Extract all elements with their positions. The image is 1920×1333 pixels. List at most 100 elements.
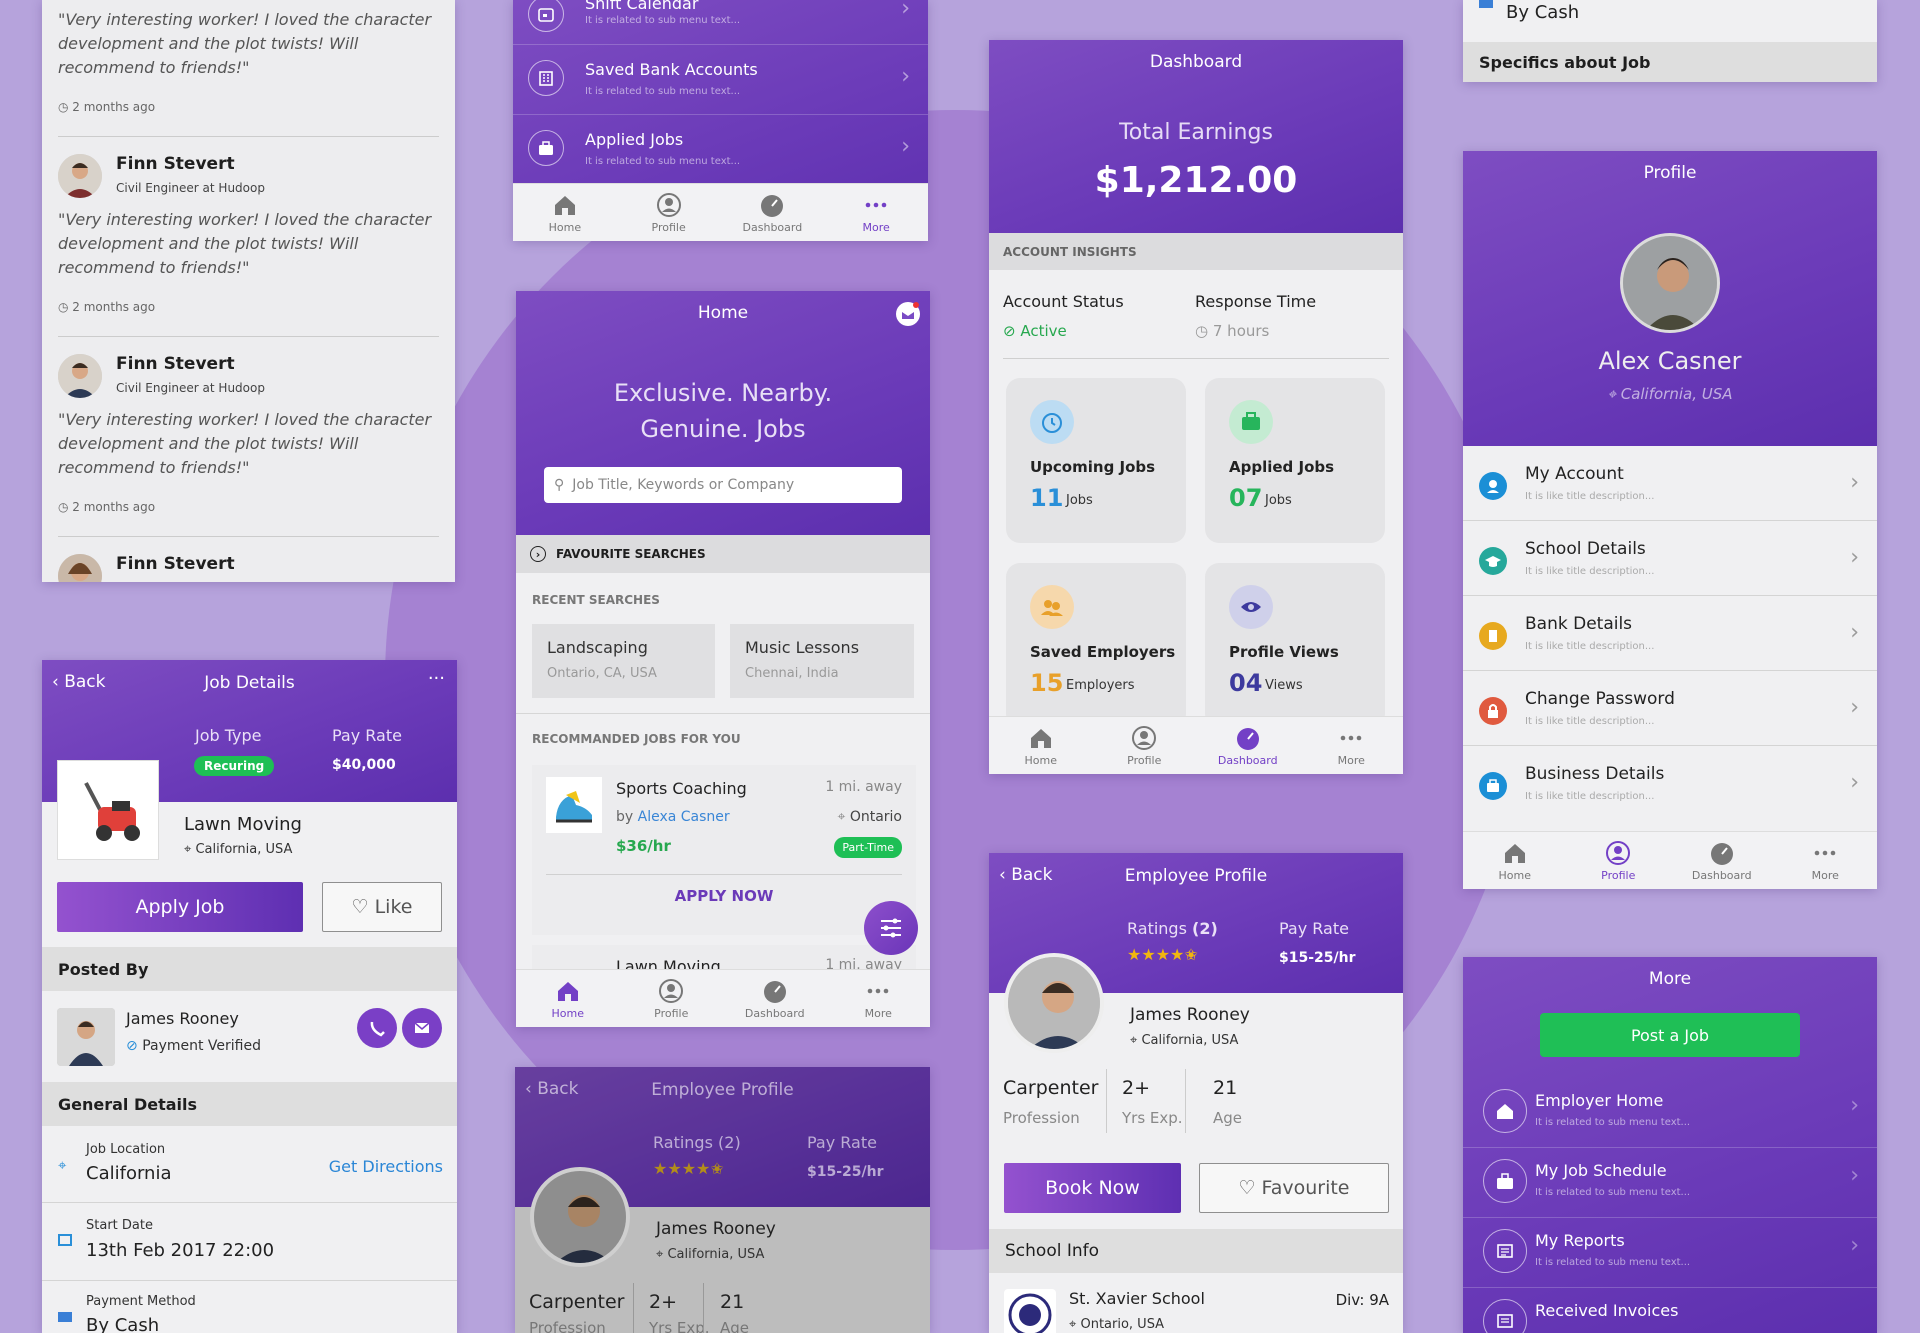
menu-item-label[interactable]: Saved Bank Accounts <box>585 60 758 79</box>
review-time: ◷ 2 months ago <box>58 500 156 514</box>
sliders-icon <box>881 918 901 938</box>
email-button[interactable] <box>402 1008 442 1048</box>
review-time: ◷ 2 months ago <box>58 300 156 314</box>
mail-icon <box>414 1022 430 1033</box>
reviewer-role: Civil Engineer at Hudoop <box>116 181 265 195</box>
recent-search-chip[interactable]: Landscaping Ontario, CA, USA <box>532 624 715 698</box>
avatar <box>58 554 102 582</box>
menu-item-label[interactable]: Employer Home <box>1535 1091 1663 1110</box>
gauge-icon <box>761 194 784 217</box>
search-input[interactable]: ⚲ Job Title, Keywords or Company <box>544 467 902 503</box>
home-tagline: Exclusive. Nearby. Genuine. Jobs <box>613 379 833 443</box>
profile-name: Alex Casner <box>1598 347 1742 375</box>
profile-menu-item[interactable]: My Account It is like title description.… <box>1463 446 1877 521</box>
pay-rate-label: Pay Rate <box>332 726 402 745</box>
reviewer-name: Finn Stevert <box>116 554 235 574</box>
job-distance: 1 mi. away <box>825 779 902 795</box>
profile-icon <box>659 978 684 1003</box>
menu-item-label[interactable]: Shift Calendar <box>585 0 698 13</box>
job-title: Sports Coaching <box>616 779 747 798</box>
home-screen: Home Exclusive. Nearby. Genuine. Jobs ⚲ J… <box>516 291 930 1027</box>
filter-button[interactable] <box>864 901 918 955</box>
heart-icon: ♡ <box>351 896 369 918</box>
tab-dashboard[interactable]: Dashboard <box>1670 832 1774 889</box>
tab-more[interactable]: More <box>1774 832 1878 889</box>
more-dots-icon <box>1814 850 1836 855</box>
like-button[interactable]: ♡ Like <box>322 882 442 932</box>
tab-profile[interactable]: Profile <box>1567 832 1671 889</box>
age-label: Age <box>720 1319 750 1333</box>
screen-title: Profile <box>1643 163 1697 183</box>
user-icon <box>1479 472 1507 500</box>
inbox-icon[interactable] <box>896 302 920 326</box>
tab-home[interactable]: Home <box>513 184 617 241</box>
favourite-searches-header[interactable]: › FAVOURITE SEARCHES <box>516 535 930 573</box>
tab-dashboard[interactable]: Dashboard <box>1196 717 1300 774</box>
tab-home[interactable]: Home <box>989 717 1093 774</box>
age-label: Age <box>1213 1109 1243 1127</box>
tab-more[interactable]: More <box>1300 717 1404 774</box>
phone-icon <box>370 1021 385 1037</box>
shoe-icon <box>546 777 602 833</box>
tab-home[interactable]: Home <box>1463 832 1567 889</box>
profile-menu-item[interactable]: School Details It is like title descript… <box>1463 521 1877 596</box>
status-value: ⊘ Active <box>1003 322 1067 340</box>
menu-item-label[interactable]: Applied Jobs <box>585 130 683 149</box>
graduation-cap-icon <box>1479 547 1507 575</box>
profile-menu-item[interactable]: Bank Details It is like title descriptio… <box>1463 596 1877 671</box>
menu-item-label[interactable]: Received Invoices <box>1535 1301 1678 1320</box>
tab-profile[interactable]: Profile <box>1093 717 1197 774</box>
menu-item-label[interactable]: My Reports <box>1535 1231 1625 1250</box>
reviewer-role: Civil Engineer at Hudoop <box>116 381 265 395</box>
apply-job-button[interactable]: Apply Job <box>57 882 303 932</box>
pay-rate-label: Pay Rate <box>807 1133 877 1152</box>
tab-more[interactable]: More <box>824 184 928 241</box>
response-label: Response Time <box>1195 292 1317 311</box>
profile-icon <box>1132 725 1157 750</box>
review-text: "Very interesting worker! I loved the ch… <box>58 10 432 77</box>
job-type-badge: Recuring <box>194 756 275 776</box>
profile-icon <box>1606 840 1631 865</box>
get-directions-link[interactable]: Get Directions <box>329 1157 443 1176</box>
more-dots-icon <box>865 202 887 207</box>
school-division: Div: 9A <box>1335 1291 1389 1309</box>
avatar <box>58 354 102 398</box>
stat-card[interactable]: Upcoming Jobs 11 Jobs <box>1006 378 1186 543</box>
job-name: Lawn Moving <box>184 814 302 835</box>
tab-dashboard[interactable]: Dashboard <box>723 970 827 1027</box>
home-icon <box>1483 1089 1527 1133</box>
job-card[interactable]: Sports Coaching 1 mi. away by Alexa Casn… <box>532 765 916 935</box>
stat-card[interactable]: Profile Views 04 Views <box>1205 563 1385 728</box>
tab-dashboard[interactable]: Dashboard <box>721 184 825 241</box>
stat-card[interactable]: Applied Jobs 07 Jobs <box>1205 378 1385 543</box>
job-rate: $36/hr <box>616 837 671 855</box>
profile-menu-item[interactable]: Change Password It is like title descrip… <box>1463 671 1877 746</box>
pin-icon: ⌖ <box>184 842 192 857</box>
book-now-button[interactable]: Book Now <box>1004 1163 1181 1213</box>
screen-title: Employee Profile <box>1124 866 1268 886</box>
tab-profile[interactable]: Profile <box>620 970 724 1027</box>
menu-card: Shift Calendar It is related to sub menu… <box>513 0 928 241</box>
favourite-button[interactable]: ♡ Favourite <box>1199 1163 1389 1213</box>
tab-more[interactable]: More <box>827 970 931 1027</box>
avatar <box>1004 953 1104 1053</box>
tab-profile[interactable]: Profile <box>617 184 721 241</box>
apply-now-button[interactable]: APPLY NOW <box>532 887 916 905</box>
menu-item-sub: It is related to sub menu text... <box>585 86 741 97</box>
call-button[interactable] <box>357 1008 397 1048</box>
job-city: ⌖ Ontario <box>837 809 902 825</box>
menu-item-label[interactable]: My Job Schedule <box>1535 1161 1667 1180</box>
school-crest-icon <box>1004 1289 1056 1333</box>
gauge-icon <box>1236 727 1259 750</box>
users-icon <box>1030 585 1074 629</box>
pay-rate-value: $15-25/hr <box>1279 950 1356 966</box>
author-link[interactable]: Alexa Casner <box>638 809 730 825</box>
post-job-button[interactable]: Post a Job <box>1540 1013 1800 1057</box>
section-header: Posted By <box>42 947 457 991</box>
profile-menu-item[interactable]: Business Details It is like title descri… <box>1463 746 1877 821</box>
more-options-icon[interactable]: ··· <box>428 668 445 689</box>
chevron-right-icon: › <box>1850 620 1859 645</box>
stat-card[interactable]: Saved Employers 15 Employers <box>1006 563 1186 728</box>
tab-home[interactable]: Home <box>516 970 620 1027</box>
recent-search-chip[interactable]: Music Lessons Chennai, India <box>730 624 914 698</box>
